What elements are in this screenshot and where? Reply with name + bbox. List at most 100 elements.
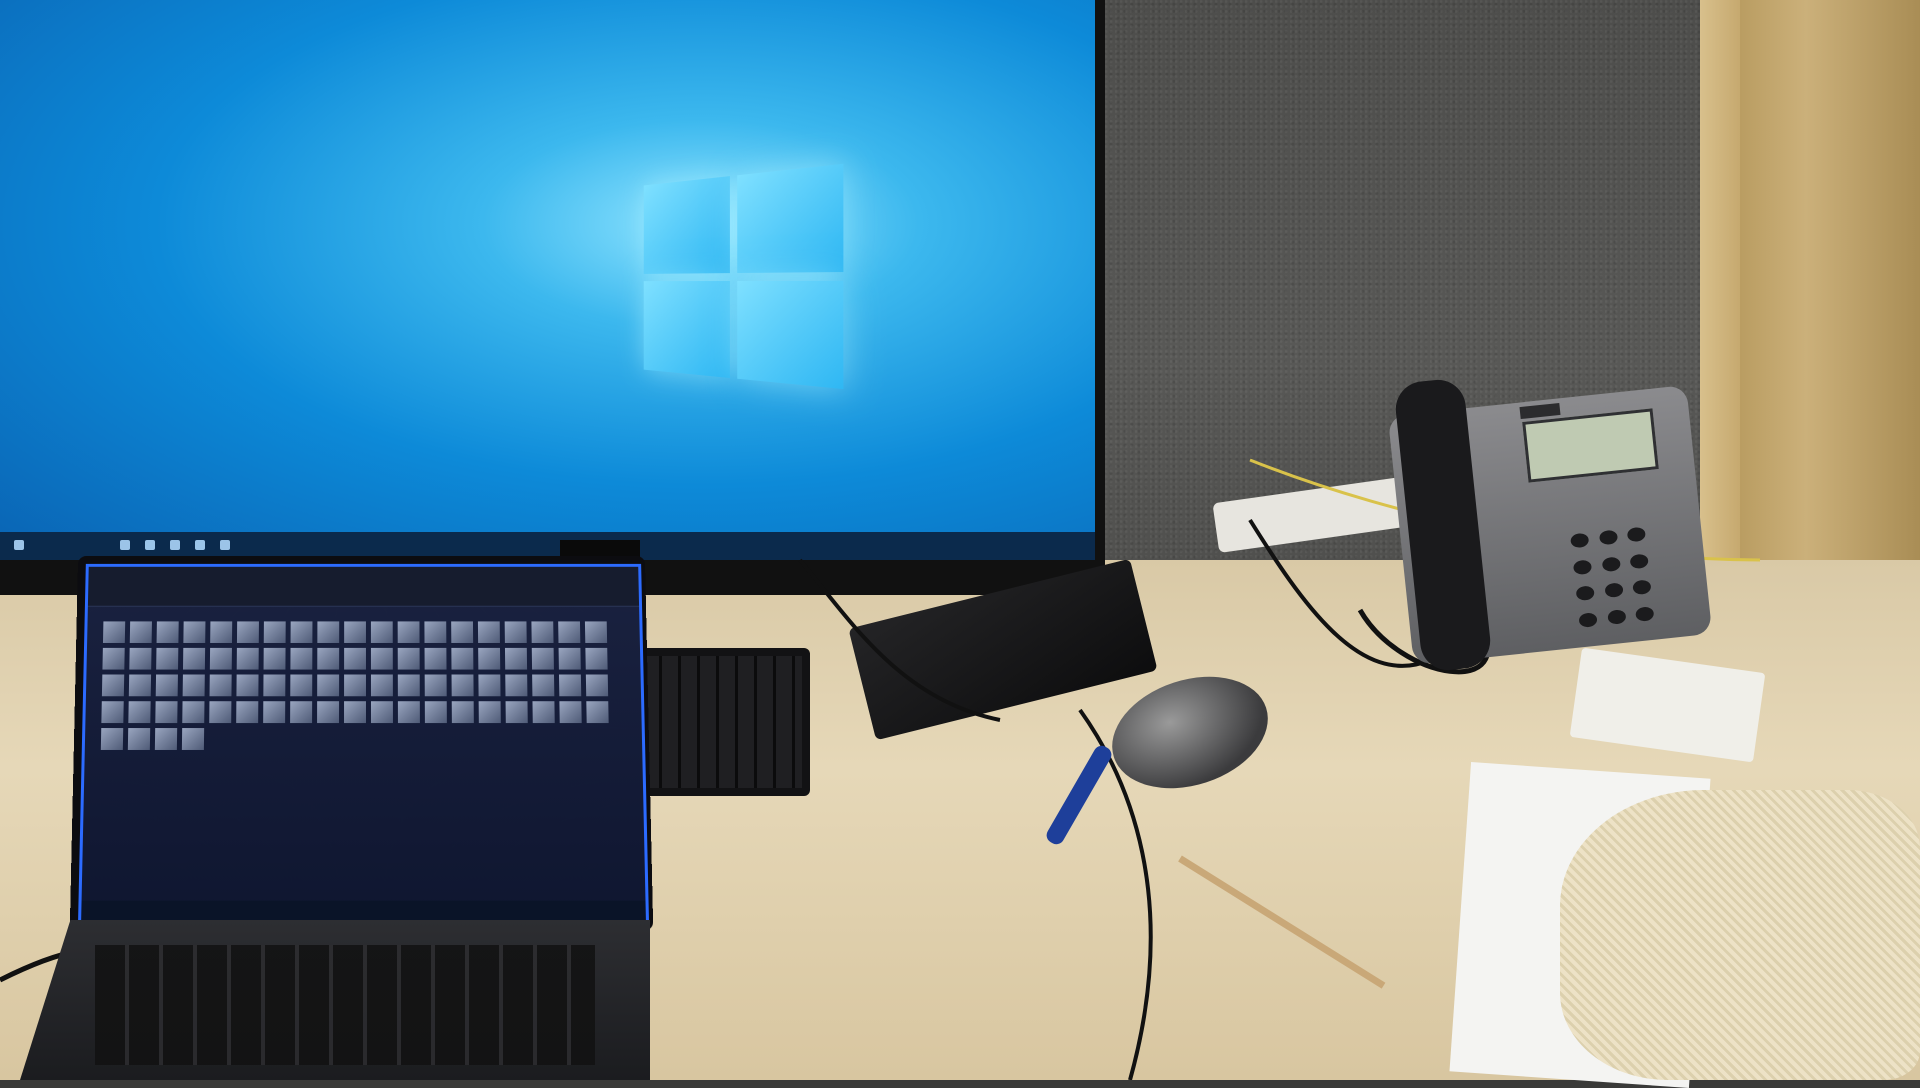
laptop-screen <box>78 563 650 925</box>
file-thumbnail[interactable] <box>451 647 474 670</box>
file-thumbnail[interactable] <box>102 647 125 670</box>
phone-key <box>1632 579 1652 596</box>
phone-key <box>1606 608 1627 625</box>
file-thumbnail[interactable] <box>370 701 393 724</box>
file-thumbnail[interactable] <box>559 701 582 724</box>
file-thumbnail[interactable] <box>451 701 474 724</box>
phone-key <box>1601 555 1621 572</box>
file-thumbnail[interactable] <box>532 701 555 724</box>
file-thumbnail[interactable] <box>128 674 152 697</box>
file-thumbnail[interactable] <box>370 621 393 643</box>
file-thumbnail[interactable] <box>397 621 420 643</box>
file-thumbnail[interactable] <box>155 674 178 697</box>
file-thumbnail[interactable] <box>424 647 447 670</box>
file-thumbnail[interactable] <box>397 674 420 697</box>
phone-key <box>1635 605 1655 622</box>
phone-key <box>1575 585 1595 602</box>
file-thumbnail[interactable] <box>344 621 366 643</box>
file-thumbnail[interactable] <box>531 621 554 643</box>
file-thumbnail[interactable] <box>101 674 125 697</box>
file-thumbnail[interactable] <box>101 701 124 724</box>
file-thumbnail[interactable] <box>263 621 286 643</box>
file-thumbnail[interactable] <box>290 674 313 697</box>
file-thumbnail[interactable] <box>154 728 178 750</box>
file-thumbnail[interactable] <box>317 701 340 724</box>
file-thumbnail[interactable] <box>397 701 420 724</box>
file-thumbnail[interactable] <box>424 701 447 724</box>
photo-scene <box>0 0 1920 1088</box>
file-thumbnail[interactable] <box>585 674 609 697</box>
file-thumbnail[interactable] <box>129 621 152 643</box>
file-thumbnail[interactable] <box>451 674 474 697</box>
file-thumbnail[interactable] <box>236 701 259 724</box>
cable <box>798 558 1001 722</box>
phone-key <box>1604 582 1624 599</box>
file-thumbnail-grid[interactable] <box>100 621 621 750</box>
file-thumbnail[interactable] <box>209 701 232 724</box>
file-thumbnail[interactable] <box>263 674 286 697</box>
file-thumbnail[interactable] <box>344 647 366 670</box>
file-thumbnail[interactable] <box>317 621 340 643</box>
file-thumbnail[interactable] <box>317 674 340 697</box>
laptop-lid <box>69 556 654 931</box>
phone-key <box>1629 552 1650 569</box>
file-thumbnail[interactable] <box>127 728 151 750</box>
file-thumbnail[interactable] <box>344 701 366 724</box>
file-thumbnail[interactable] <box>209 647 232 670</box>
file-thumbnail[interactable] <box>182 674 205 697</box>
file-thumbnail[interactable] <box>100 728 124 750</box>
file-thumbnail[interactable] <box>370 647 393 670</box>
phone-key <box>1572 558 1593 575</box>
file-thumbnail[interactable] <box>290 647 313 670</box>
file-thumbnail[interactable] <box>102 621 126 643</box>
file-thumbnail[interactable] <box>344 674 366 697</box>
file-thumbnail[interactable] <box>263 647 286 670</box>
phone-key <box>1578 611 1598 628</box>
file-thumbnail[interactable] <box>505 701 528 724</box>
file-thumbnail[interactable] <box>585 647 608 670</box>
file-thumbnail[interactable] <box>586 701 609 724</box>
file-thumbnail[interactable] <box>181 728 205 750</box>
file-thumbnail[interactable] <box>504 621 527 643</box>
file-thumbnail[interactable] <box>424 621 447 643</box>
mesh-cloth <box>1560 790 1920 1080</box>
file-thumbnail[interactable] <box>584 621 608 643</box>
file-thumbnail[interactable] <box>397 647 420 670</box>
file-thumbnail[interactable] <box>317 647 340 670</box>
file-thumbnail[interactable] <box>505 674 528 697</box>
file-thumbnail[interactable] <box>182 647 206 670</box>
file-thumbnail[interactable] <box>155 701 178 724</box>
file-thumbnail[interactable] <box>424 674 447 697</box>
phone-key <box>1598 529 1618 546</box>
file-thumbnail[interactable] <box>478 647 501 670</box>
file-thumbnail[interactable] <box>558 647 581 670</box>
file-thumbnail[interactable] <box>477 621 500 643</box>
file-explorer-ribbon[interactable] <box>87 566 640 607</box>
file-thumbnail[interactable] <box>156 621 179 643</box>
file-thumbnail[interactable] <box>236 621 259 643</box>
file-thumbnail[interactable] <box>532 674 555 697</box>
file-thumbnail[interactable] <box>290 701 313 724</box>
file-thumbnail[interactable] <box>370 674 393 697</box>
phone-keypad <box>1569 526 1660 634</box>
file-thumbnail[interactable] <box>183 621 206 643</box>
file-thumbnail[interactable] <box>478 674 501 697</box>
phone-key <box>1627 526 1647 543</box>
file-thumbnail[interactable] <box>263 701 286 724</box>
file-thumbnail[interactable] <box>290 621 313 643</box>
file-thumbnail[interactable] <box>209 674 232 697</box>
file-thumbnail[interactable] <box>531 647 554 670</box>
file-thumbnail[interactable] <box>129 647 152 670</box>
file-thumbnail[interactable] <box>504 647 528 670</box>
file-thumbnail[interactable] <box>558 674 582 697</box>
file-thumbnail[interactable] <box>558 621 581 643</box>
file-thumbnail[interactable] <box>182 701 205 724</box>
file-thumbnail[interactable] <box>128 701 151 724</box>
file-thumbnail[interactable] <box>236 647 259 670</box>
laptop-taskbar[interactable] <box>81 900 646 922</box>
file-thumbnail[interactable] <box>156 647 179 670</box>
file-thumbnail[interactable] <box>236 674 259 697</box>
file-thumbnail[interactable] <box>210 621 233 643</box>
file-thumbnail[interactable] <box>478 701 501 724</box>
file-thumbnail[interactable] <box>451 621 474 643</box>
